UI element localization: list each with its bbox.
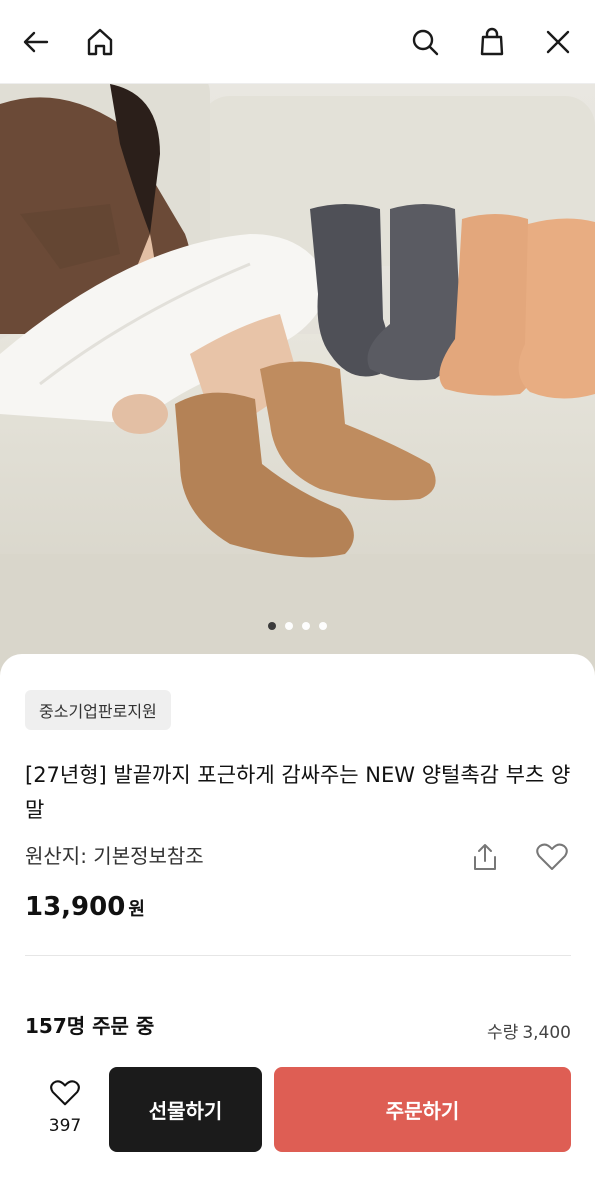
sme-badge: 중소기업판로지원 xyxy=(25,690,171,730)
carousel-dot[interactable] xyxy=(302,622,310,630)
qty-label: 수량 xyxy=(487,1023,519,1043)
top-nav-bar xyxy=(0,0,595,84)
order-button[interactable]: 주문하기 xyxy=(274,1067,571,1152)
origin-text: 원산지: 기본정보참조 xyxy=(25,844,204,868)
product-image-carousel[interactable] xyxy=(0,84,595,684)
product-title: [27년형] 발끝까지 포근하게 감싸주는 NEW 양털촉감 부츠 양말 xyxy=(25,763,571,822)
share-icon[interactable] xyxy=(466,838,504,876)
like-count: 397 xyxy=(48,1116,82,1136)
back-arrow-icon[interactable] xyxy=(16,22,56,62)
heart-icon[interactable] xyxy=(532,838,572,876)
product-photo xyxy=(0,84,595,684)
carousel-dot[interactable] xyxy=(285,622,293,630)
carousel-dot[interactable] xyxy=(268,622,276,630)
close-icon[interactable] xyxy=(538,22,578,62)
home-icon[interactable] xyxy=(80,22,120,62)
stock-quantity: 수량 3,400 xyxy=(483,1018,571,1043)
order-count: 157명 주문 중 xyxy=(25,1014,155,1038)
price-unit: 원 xyxy=(128,899,145,920)
product-info-sheet: 중소기업판로지원 [27년형] 발끝까지 포근하게 감싸주는 NEW 양털촉감 … xyxy=(0,654,595,1200)
carousel-indicator xyxy=(0,622,595,630)
price-value: 13,900 xyxy=(25,892,126,922)
heart-icon xyxy=(50,1080,80,1106)
gift-button[interactable]: 선물하기 xyxy=(109,1067,262,1152)
shopping-bag-icon[interactable] xyxy=(472,22,512,62)
qty-value: 3,400 xyxy=(522,1023,571,1043)
price: 13,900 원 xyxy=(25,892,145,922)
search-icon[interactable] xyxy=(405,22,445,62)
like-button[interactable]: 397 xyxy=(38,1078,92,1144)
carousel-dot[interactable] xyxy=(319,622,327,630)
divider xyxy=(25,955,571,956)
